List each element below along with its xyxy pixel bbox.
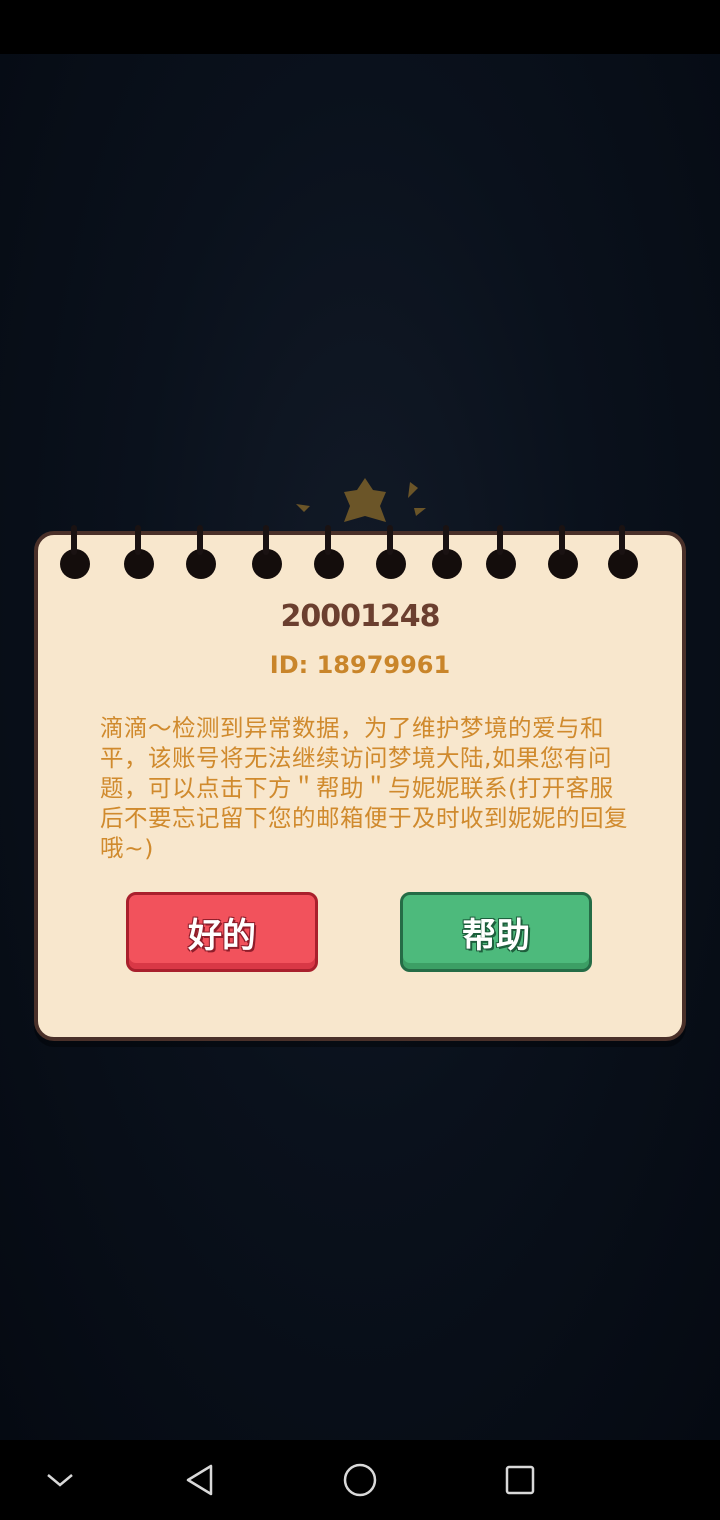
back-triangle-icon[interactable] [176,1456,224,1504]
dialog-title: 20001248 [280,599,441,634]
status-bar [0,0,720,54]
navigation-bar [0,1440,720,1520]
notebook-ring [252,525,282,579]
notebook-ring [432,525,462,579]
notebook-ring [548,525,578,579]
chevron-down-icon[interactable] [36,1456,84,1504]
notebook-ring [486,525,516,579]
alert-dialog: 20001248 ID: 18979961 滴滴～检测到异常数据，为了维护梦境的… [34,525,686,1041]
ok-button[interactable]: 好的 [126,892,318,972]
notebook-ring [376,525,406,579]
notebook-ring [608,525,638,579]
help-button-label: 帮助 [462,915,530,956]
recents-square-icon[interactable] [496,1456,544,1504]
ok-button-label: 好的 [188,915,256,956]
notebook-ring [314,525,344,579]
home-circle-icon[interactable] [336,1456,384,1504]
notebook-ring [186,525,216,579]
account-id: ID: 18979961 [269,651,451,679]
notebook-ring [60,525,90,579]
notebook-ring [124,525,154,579]
help-button[interactable]: 帮助 [400,892,592,972]
dialog-message: 滴滴～检测到异常数据，为了维护梦境的爱与和平，该账号将无法继续访问梦境大陆,如果… [100,714,628,862]
